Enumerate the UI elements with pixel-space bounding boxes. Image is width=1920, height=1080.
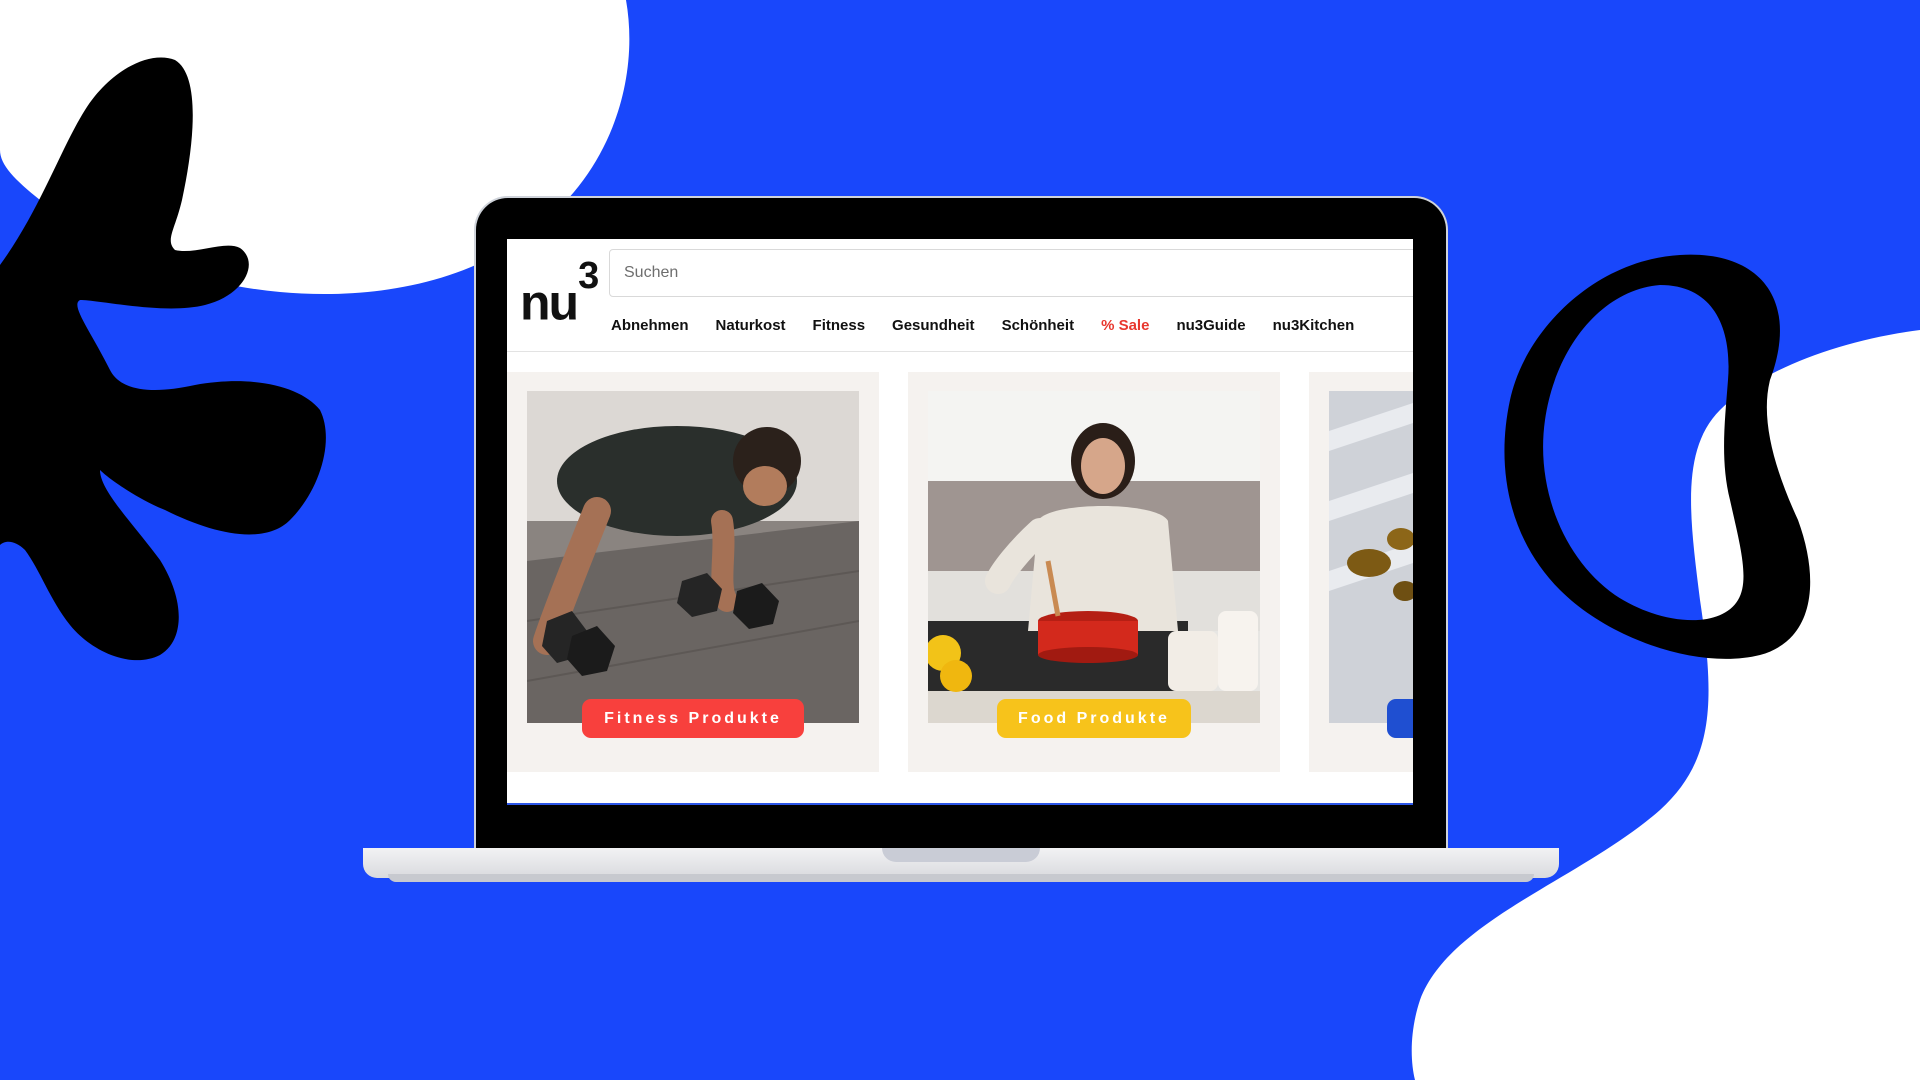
food-produkte-button[interactable]: Food Produkte (997, 699, 1191, 738)
nav-item-sale[interactable]: % Sale (1101, 317, 1149, 334)
main-nav: Abnehmen Naturkost Fitness Gesundheit Sc… (611, 317, 1381, 334)
nav-item-gesundheit[interactable]: Gesundheit (892, 317, 975, 334)
laptop-base-shadow (388, 874, 1534, 882)
laptop-notch (882, 848, 1040, 862)
nav-item-naturkost[interactable]: Naturkost (716, 317, 786, 334)
browser-screen: nu3 Abnehmen Naturkost Fitness Gesundhei… (507, 239, 1413, 805)
fitness-photo (527, 391, 859, 723)
nav-item-abnehmen[interactable]: Abnehmen (611, 317, 689, 334)
supplements-photo (1329, 391, 1413, 723)
nav-item-fitness[interactable]: Fitness (813, 317, 866, 334)
category-card-food[interactable]: Food Produkte (908, 372, 1280, 772)
site-header: nu3 Abnehmen Naturkost Fitness Gesundhei… (507, 239, 1413, 352)
category-card-supplements[interactable] (1309, 372, 1413, 772)
search-input[interactable] (609, 249, 1413, 297)
nav-item-nu3guide[interactable]: nu3Guide (1176, 317, 1245, 334)
food-photo (928, 391, 1260, 723)
black-ring-right (1504, 254, 1811, 659)
fitness-produkte-button[interactable]: Fitness Produkte (582, 699, 804, 738)
category-card-fitness[interactable]: Fitness Produkte (507, 372, 879, 772)
category-carousel: Fitness Produkte Food Produkte (507, 352, 1413, 805)
white-blob-right (1411, 330, 1920, 1080)
screen-bottom-rule (507, 803, 1413, 805)
third-category-button[interactable] (1387, 699, 1413, 738)
nav-item-nu3kitchen[interactable]: nu3Kitchen (1273, 317, 1355, 334)
nav-item-schoenheit[interactable]: Schönheit (1002, 317, 1075, 334)
nu3-logo[interactable]: nu3 (520, 257, 599, 328)
